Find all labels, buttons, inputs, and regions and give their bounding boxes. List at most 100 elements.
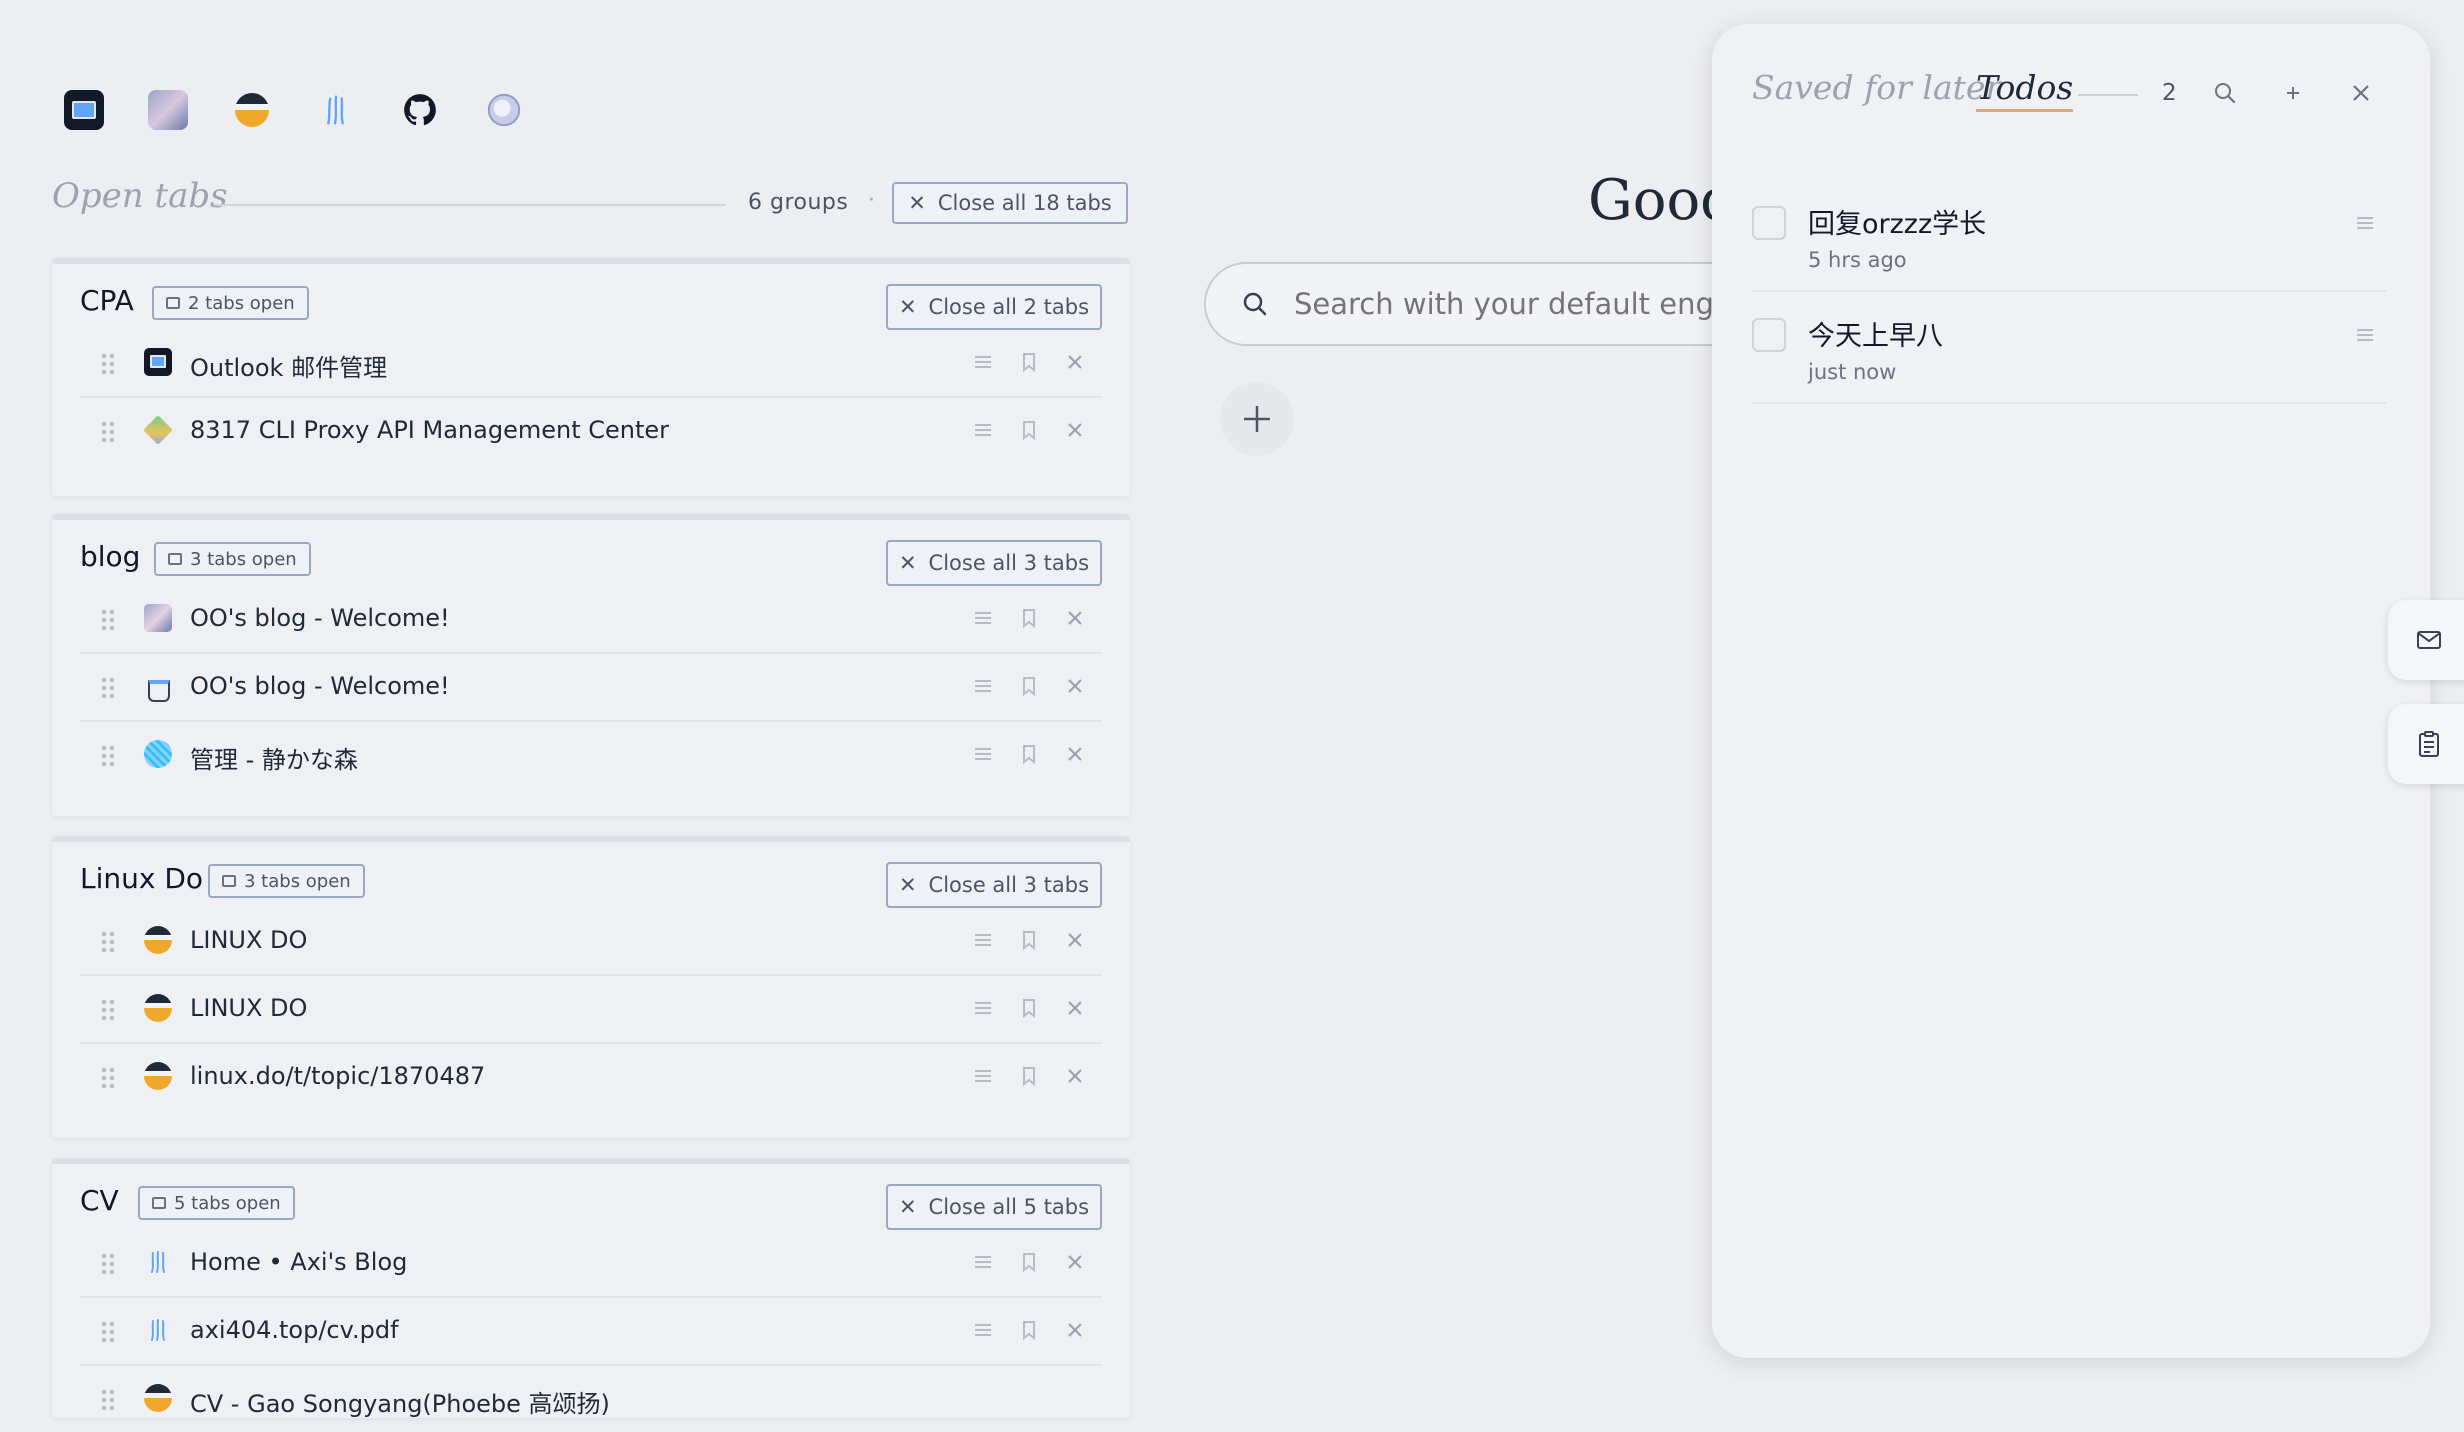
search-bar[interactable]: [1204, 262, 1764, 346]
menu-icon[interactable]: [972, 997, 994, 1019]
bookmark-icon[interactable]: [1018, 351, 1040, 373]
tab-title[interactable]: Outlook 邮件管理: [190, 348, 387, 383]
menu-icon[interactable]: [972, 1319, 994, 1341]
close-tab-icon[interactable]: [1064, 675, 1086, 697]
yarn-ball-icon: [144, 740, 172, 768]
close-tab-icon[interactable]: [1064, 929, 1086, 951]
tab-todos[interactable]: Todos: [1976, 68, 2074, 112]
tab-title[interactable]: OO's blog - Welcome!: [190, 672, 450, 700]
linux-do-icon: [144, 994, 172, 1022]
drag-handle-icon[interactable]: [100, 352, 114, 374]
todo-checkbox[interactable]: [1752, 206, 1786, 240]
bookmark-icon[interactable]: [1018, 419, 1040, 441]
close-group-label: Close all 5 tabs: [928, 1195, 1090, 1219]
drag-handle-icon[interactable]: [100, 1388, 114, 1410]
search-icon[interactable]: [2212, 80, 2238, 106]
tab-title[interactable]: OO's blog - Welcome!: [190, 604, 450, 632]
close-tab-icon[interactable]: [1064, 1065, 1086, 1087]
add-todo-icon[interactable]: [2280, 80, 2306, 106]
close-group-button[interactable]: ✕ Close all 2 tabs: [886, 284, 1102, 330]
menu-icon[interactable]: [972, 675, 994, 697]
close-tab-icon[interactable]: [1064, 1319, 1086, 1341]
tab-title[interactable]: linux.do/t/topic/1870487: [190, 1062, 485, 1090]
drag-handle-icon[interactable]: [100, 930, 114, 952]
bookmark-icon[interactable]: [1018, 1251, 1040, 1273]
github-icon[interactable]: [400, 90, 440, 130]
close-tab-icon[interactable]: [1064, 351, 1086, 373]
menu-icon[interactable]: [972, 929, 994, 951]
drag-handle-icon[interactable]: [100, 744, 114, 766]
close-all-tabs-label: Close all 18 tabs: [937, 191, 1112, 215]
close-tab-icon[interactable]: [1064, 743, 1086, 765]
drag-handle-icon[interactable]: [100, 1252, 114, 1274]
drag-handle-icon[interactable]: [100, 1320, 114, 1342]
bookmark-icon[interactable]: [1018, 675, 1040, 697]
tab-row[interactable]: 8317 CLI Proxy API Management Center: [80, 398, 1102, 464]
outlook-icon[interactable]: [64, 90, 104, 130]
todo-text[interactable]: 回复orzzz学长: [1808, 202, 1986, 241]
tab-row[interactable]: OO's blog - Welcome!: [80, 586, 1102, 654]
tab-title[interactable]: LINUX DO: [190, 926, 307, 954]
pot-icon: [144, 672, 172, 702]
bookmark-icon[interactable]: [1018, 743, 1040, 765]
globe-icon[interactable]: [484, 90, 524, 130]
menu-icon[interactable]: [2354, 324, 2376, 346]
tab-saved-for-later[interactable]: Saved for later: [1752, 68, 2001, 107]
tab-title[interactable]: 管理 - 静かな森: [190, 740, 358, 775]
tab-row[interactable]: Outlook 邮件管理: [80, 330, 1102, 398]
menu-icon[interactable]: [972, 1251, 994, 1273]
close-tab-icon[interactable]: [1064, 419, 1086, 441]
proxy-api-icon: [143, 415, 173, 445]
tab-row[interactable]: OO's blog - Welcome!: [80, 654, 1102, 722]
bookmark-icon[interactable]: [1018, 1319, 1040, 1341]
drag-handle-icon[interactable]: [100, 420, 114, 442]
close-icon[interactable]: [2348, 80, 2374, 106]
tab-title[interactable]: LINUX DO: [190, 994, 307, 1022]
mail-button[interactable]: [2388, 600, 2464, 680]
tab-title[interactable]: axi404.top/cv.pdf: [190, 1316, 399, 1344]
drag-handle-icon[interactable]: [100, 998, 114, 1020]
close-tab-icon[interactable]: [1064, 607, 1086, 629]
tab-row[interactable]: 管理 - 静かな森: [80, 722, 1102, 788]
todo-item: 今天上早八 just now: [1752, 292, 2386, 404]
tab-group-cpa: CPA 2 tabs open ✕ Close all 2 tabs Outlo…: [52, 258, 1130, 496]
menu-icon[interactable]: [972, 351, 994, 373]
bookmark-icon[interactable]: [1018, 607, 1040, 629]
menu-icon[interactable]: [972, 607, 994, 629]
close-group-button[interactable]: ✕ Close all 3 tabs: [886, 540, 1102, 586]
search-input[interactable]: [1292, 286, 1756, 322]
close-tab-icon[interactable]: [1064, 1251, 1086, 1273]
drag-handle-icon[interactable]: [100, 1066, 114, 1088]
drag-handle-icon[interactable]: [100, 608, 114, 630]
menu-icon[interactable]: [972, 743, 994, 765]
tab-title[interactable]: Home • Axi's Blog: [190, 1248, 407, 1276]
bookmark-icon[interactable]: [1018, 997, 1040, 1019]
close-icon: ✕: [908, 191, 926, 215]
tab-row[interactable]: CV - Gao Songyang(Phoebe 高颂扬): [80, 1366, 1102, 1432]
close-all-tabs-button[interactable]: ✕ Close all 18 tabs: [892, 182, 1128, 224]
menu-icon[interactable]: [2354, 212, 2376, 234]
anime-avatar-icon[interactable]: [148, 90, 188, 130]
menu-icon[interactable]: [972, 1065, 994, 1087]
todo-text[interactable]: 今天上早八: [1808, 314, 1943, 353]
linux-do-icon[interactable]: [232, 90, 272, 130]
bookmark-icon[interactable]: [1018, 929, 1040, 951]
tab-row[interactable]: axi404.top/cv.pdf: [80, 1298, 1102, 1366]
close-group-button[interactable]: ✕ Close all 3 tabs: [886, 862, 1102, 908]
close-tab-icon[interactable]: [1064, 997, 1086, 1019]
tab-title[interactable]: CV - Gao Songyang(Phoebe 高颂扬): [190, 1384, 610, 1419]
tab-row[interactable]: LINUX DO: [80, 976, 1102, 1044]
todo-item: 回复orzzz学长 5 hrs ago: [1752, 180, 2386, 292]
tab-row[interactable]: linux.do/t/topic/1870487: [80, 1044, 1102, 1110]
add-shortcut-button[interactable]: [1220, 382, 1294, 456]
close-group-button[interactable]: ✕ Close all 5 tabs: [886, 1184, 1102, 1230]
todo-list-button[interactable]: [2388, 704, 2464, 784]
bookmark-icon[interactable]: [1018, 1065, 1040, 1087]
tab-row[interactable]: Home • Axi's Blog: [80, 1230, 1102, 1298]
tab-row[interactable]: LINUX DO: [80, 908, 1102, 976]
todo-checkbox[interactable]: [1752, 318, 1786, 352]
menu-icon[interactable]: [972, 419, 994, 441]
drag-handle-icon[interactable]: [100, 676, 114, 698]
axi-blog-icon[interactable]: [316, 90, 356, 130]
tab-title[interactable]: 8317 CLI Proxy API Management Center: [190, 416, 669, 444]
